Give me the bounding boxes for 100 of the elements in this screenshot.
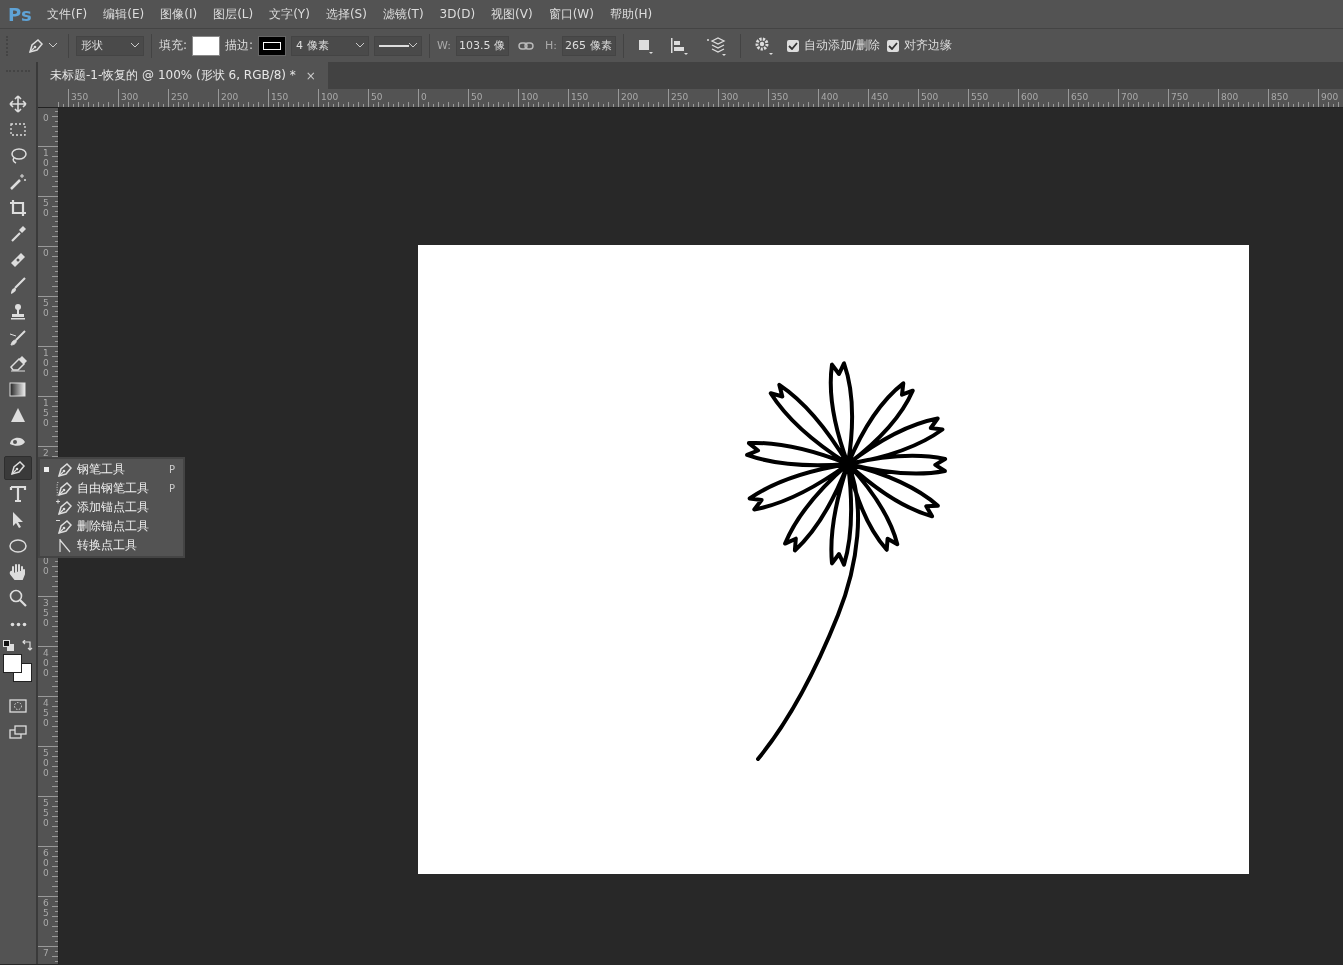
ruler-label: 50 bbox=[371, 92, 383, 102]
close-button[interactable]: × bbox=[305, 68, 316, 83]
gradient-icon bbox=[8, 380, 28, 400]
ruler-label: 750 bbox=[1171, 92, 1189, 102]
swap-icon bbox=[21, 640, 33, 652]
ruler-label: 500 bbox=[921, 92, 939, 102]
ruler-label: 550 bbox=[43, 798, 50, 828]
flyout-menu-item[interactable]: 添加锚点工具 bbox=[40, 498, 183, 517]
ruler-label: 450 bbox=[43, 698, 50, 728]
menu-item[interactable]: 滤镜(T) bbox=[375, 5, 433, 23]
stroke-swatch[interactable] bbox=[258, 35, 287, 56]
brush-icon bbox=[8, 276, 28, 296]
ruler-label: 50 bbox=[43, 198, 50, 218]
square-icon bbox=[636, 37, 653, 54]
ruler-label: 900 bbox=[1321, 92, 1339, 102]
menu-item[interactable]: 编辑(E) bbox=[96, 5, 154, 23]
pen-icon bbox=[56, 517, 74, 536]
zoom-icon bbox=[8, 588, 28, 608]
ellipse-icon bbox=[8, 536, 28, 556]
tool-button[interactable] bbox=[4, 456, 32, 480]
ruler-label: 650 bbox=[1071, 92, 1089, 102]
ruler-label: 250 bbox=[671, 92, 689, 102]
ruler-label: 100 bbox=[321, 92, 339, 102]
ruler-label: 450 bbox=[871, 92, 889, 102]
ruler-label: 700 bbox=[1121, 92, 1139, 102]
ruler-label: 2 bbox=[43, 448, 50, 458]
ruler-label: 350 bbox=[771, 92, 789, 102]
type-icon bbox=[8, 484, 28, 504]
shortcut-key: P bbox=[168, 464, 175, 475]
app-logo: Ps bbox=[7, 3, 33, 25]
ruler-label: 600 bbox=[43, 848, 50, 878]
ruler-label: 150 bbox=[43, 398, 50, 428]
align-icon bbox=[669, 36, 688, 55]
hand-icon bbox=[8, 562, 28, 582]
flyout-menu-item[interactable]: 转换点工具 bbox=[40, 536, 183, 555]
pen-icon bbox=[27, 36, 45, 55]
ruler-label: 400 bbox=[821, 92, 839, 102]
ruler-label: 150 bbox=[571, 92, 589, 102]
flyout-menu-item[interactable]: 钢笔工具 P bbox=[40, 460, 183, 479]
lasso-icon bbox=[8, 146, 28, 166]
ruler-label: 200 bbox=[621, 92, 639, 102]
fill-label: 填充: bbox=[159, 37, 188, 54]
line-icon bbox=[379, 43, 410, 48]
ruler-label: 100 bbox=[521, 92, 539, 102]
caret-icon bbox=[131, 43, 139, 48]
ruler-label: 50 bbox=[43, 298, 50, 318]
height-field[interactable]: 265 像素 bbox=[562, 35, 616, 56]
width-label: W: bbox=[437, 39, 452, 52]
ruler-label: 300 bbox=[121, 92, 139, 102]
ruler-label: 150 bbox=[271, 92, 289, 102]
menu-item[interactable]: 文件(F) bbox=[40, 5, 97, 23]
ruler-label: 0 bbox=[421, 92, 427, 102]
ruler-label: 550 bbox=[971, 92, 989, 102]
ruler-label: 0 bbox=[43, 248, 50, 258]
ruler-label: 250 bbox=[171, 92, 189, 102]
ruler-label: 100 bbox=[43, 348, 50, 378]
fill-swatch[interactable] bbox=[192, 35, 221, 56]
settings-icon bbox=[753, 35, 774, 56]
flyout-menu-item[interactable]: 删除锚点工具 bbox=[40, 517, 183, 536]
menu-item[interactable]: 图像(I) bbox=[153, 5, 207, 23]
menu-item[interactable]: 视图(V) bbox=[484, 5, 542, 23]
ruler-label: 500 bbox=[43, 748, 50, 778]
pen-icon bbox=[56, 498, 74, 517]
screen-mode-icon bbox=[8, 722, 28, 742]
flyout-menu-item[interactable]: 自由钢笔工具 P bbox=[40, 479, 183, 498]
ruler-label: 850 bbox=[1271, 92, 1289, 102]
color-swatches[interactable] bbox=[3, 654, 33, 684]
width-field[interactable]: 103.5 像 bbox=[456, 35, 510, 56]
ruler-label: 50 bbox=[471, 92, 483, 102]
mode-dropdown[interactable]: 形状 bbox=[76, 35, 144, 56]
height-label: H: bbox=[545, 39, 558, 52]
caret-icon bbox=[409, 43, 418, 48]
default-colors-icon bbox=[3, 640, 15, 652]
checkbox-label: 自动添加/删除 bbox=[803, 37, 880, 54]
ruler-label: 600 bbox=[1021, 92, 1039, 102]
menu-item[interactable]: 帮助(H) bbox=[602, 5, 662, 23]
link-icon bbox=[518, 40, 535, 51]
stroke-type-dropdown[interactable] bbox=[374, 35, 423, 56]
ruler-label: 350 bbox=[71, 92, 89, 102]
checkbox[interactable] bbox=[786, 39, 799, 52]
pen-icon bbox=[56, 460, 74, 479]
document-tab[interactable]: 未标题-1-恢复的 @ 100% (形状 6, RGB/8) * × bbox=[38, 62, 328, 89]
menu-item[interactable]: 窗口(W) bbox=[541, 5, 603, 23]
menu-item[interactable]: 文字(Y) bbox=[262, 5, 319, 23]
quick-mask-icon bbox=[8, 696, 28, 716]
ruler-label: 800 bbox=[1221, 92, 1239, 102]
caret-icon bbox=[356, 43, 365, 48]
menu-item[interactable]: 3D(D) bbox=[432, 7, 485, 21]
shortcut-key: P bbox=[168, 483, 175, 494]
ruler-label: 0 bbox=[43, 113, 50, 123]
menu-item[interactable]: 图层(L) bbox=[206, 5, 263, 23]
eraser-icon bbox=[8, 354, 28, 374]
menu-item[interactable]: 选择(S) bbox=[318, 5, 376, 23]
checkbox[interactable] bbox=[886, 39, 899, 52]
caret-icon bbox=[49, 43, 57, 48]
brush-icon bbox=[8, 328, 28, 348]
ruler-label: 350 bbox=[43, 598, 50, 628]
ruler-label: 200 bbox=[221, 92, 239, 102]
stroke-width-dropdown[interactable]: 4 像素 bbox=[291, 35, 370, 56]
ruler-label: 400 bbox=[43, 648, 50, 678]
